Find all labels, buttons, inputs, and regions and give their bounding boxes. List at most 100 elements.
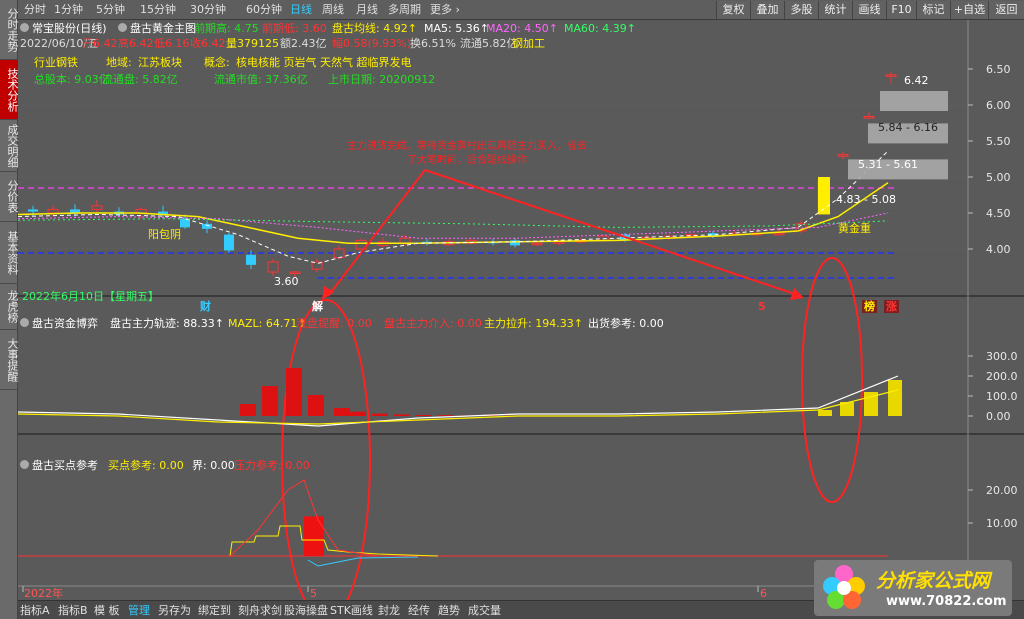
capital-bar-red [262,386,278,416]
period-10[interactable]: 更多 › [430,2,460,18]
candle-body [531,242,543,246]
toolbar-btn-0[interactable]: 复权 [716,1,750,19]
capital-bar-red [308,395,324,416]
bottom-tab-2[interactable]: 模 板 [94,603,120,619]
capital-bar-red [372,413,388,416]
buy-point-bar [304,516,324,556]
candle-body [91,205,103,210]
period-3[interactable]: 15分钟 [140,2,176,18]
capital-bar-red [350,411,366,416]
y-label-p2: 0.00 [986,410,1011,423]
annotation-arrow-1 [327,169,426,297]
period-4[interactable]: 30分钟 [190,2,226,18]
highlight-ellipse-2 [801,257,863,503]
logo-title: 分析家公式网 [876,570,991,592]
capital-bar-gold [818,410,832,416]
period-9[interactable]: 多周期 [388,2,421,18]
bottom-tab-5[interactable]: 绑定到 [198,603,231,619]
y-label-p2: 100.0 [986,390,1018,403]
kline-chart-area[interactable]: 6.50 6.00 5.50 5.00 4.50 4.00 300.0 200.0 100.0 0… [18,20,1024,600]
left-tab-4[interactable]: 基本资料 [0,222,19,284]
toolbar-btn-2[interactable]: 多股 [784,1,818,19]
toolbar-btn-7[interactable]: +自选 [950,1,988,19]
candle-body [289,271,301,275]
candle-body [863,116,875,119]
ma5-line [18,150,889,264]
pangu-ma-line [18,182,889,244]
arrow-head [322,286,334,300]
bottom-tab-11[interactable]: 趋势 [438,603,460,619]
capital-bar-red [438,415,454,416]
bottom-tab-9[interactable]: 封龙 [378,603,400,619]
candle-body [837,154,849,157]
bottom-tab-6[interactable]: 刻舟求剑 [238,603,282,619]
bottom-tab-0[interactable]: 指标A [20,603,50,619]
bottom-tab-7[interactable]: 股海操盘 [284,603,328,619]
toolbar-btn-4[interactable]: 画线 [852,1,886,19]
watermark-logo: 分析家公式网 www.70822.com [814,560,1012,616]
left-tab-2[interactable]: 成交明细 [0,120,19,172]
left-tab-0[interactable]: 分时走势 [0,0,19,60]
y-label-main: 6.00 [986,99,1011,112]
left-tab-bar: 分时走势 技术分析 成交明细 分价表 基本资料 龙虎榜 大事提醒 [0,0,19,619]
bottom-tab-10[interactable]: 经传 [408,603,430,619]
highlight-ellipse-1 [281,299,371,600]
toolbar-btn-1[interactable]: 叠加 [750,1,784,19]
ma60-line [18,218,889,228]
arrow-head [790,288,804,300]
capital-bar-red [394,414,410,416]
period-6[interactable]: 日线 [290,2,312,18]
left-tab-6[interactable]: 大事提醒 [0,330,19,390]
bottom-tab-3[interactable]: 管理 [128,603,150,619]
toolbar-btn-6[interactable]: 标记 [916,1,950,19]
mazl-line [18,389,899,425]
y-label-main: 6.50 [986,63,1011,76]
candle-body [28,209,38,212]
toolbar-btn-8[interactable]: 返回 [988,1,1024,19]
target-zone-box [848,159,948,180]
cyan-line [307,556,419,567]
left-tab-5[interactable]: 龙虎榜 [0,284,19,330]
candle-body [267,261,279,273]
capital-bar-gold [888,380,902,416]
y-label-main: 5.00 [986,171,1011,184]
y-label-main: 4.50 [986,207,1011,220]
period-2[interactable]: 5分钟 [96,2,125,18]
capital-bar-red [416,415,432,416]
period-1[interactable]: 1分钟 [54,2,83,18]
target-zone-box [880,91,948,111]
candle-body [47,208,59,214]
period-5[interactable]: 60分钟 [246,2,282,18]
y-label-p3: 20.00 [986,484,1018,497]
y-label-p2: 200.0 [986,370,1018,383]
period-0[interactable]: 分时 [24,2,46,18]
bottom-tab-12[interactable]: 成交量 [468,603,501,619]
candle-body [553,241,565,244]
candle-body [399,237,411,244]
buy-ref-step [229,525,439,557]
bottom-tab-1[interactable]: 指标B [58,603,88,619]
candle-body [224,234,234,251]
period-7[interactable]: 周线 [322,2,344,18]
flower-logo-icon [823,565,865,609]
bottom-tab-4[interactable]: 另存为 [158,603,191,619]
bottom-tab-8[interactable]: STK画线 [330,603,373,619]
left-tab-1[interactable]: 技术分析 [0,60,19,120]
y-label-main: 5.50 [986,135,1011,148]
y-label-p2: 300.0 [986,350,1018,363]
capital-bar-red [334,408,350,416]
candle-body [202,223,212,229]
target-zone-box [868,123,948,144]
capital-bar-red [286,368,302,416]
candle-body [333,248,345,259]
period-8[interactable]: 月线 [356,2,378,18]
candle-body [885,74,897,77]
toolbar-btn-5[interactable]: F10 [886,1,916,19]
y-label-p3: 10.00 [986,517,1018,530]
y-label-main: 4.00 [986,243,1011,256]
left-tab-3[interactable]: 分价表 [0,172,19,222]
toolbar-btn-3[interactable]: 统计 [818,1,852,19]
capital-bar-red [240,404,256,416]
candle-body [773,232,785,236]
logo-url: www.70822.com [886,594,1007,609]
